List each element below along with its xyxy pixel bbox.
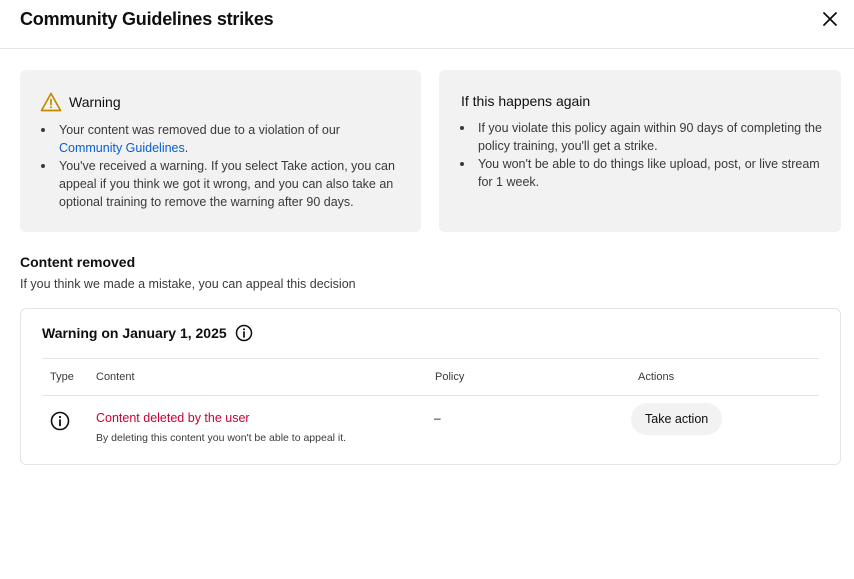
policy-value: – [434,411,441,425]
content-note: By deleting this content you won't be ab… [96,432,347,444]
column-header-type: Type [50,371,74,383]
warning-triangle-icon [40,92,62,112]
warning-table: Type Content Policy Actions Content dele… [42,358,819,464]
close-icon [823,12,837,26]
community-guidelines-link[interactable]: Community Guidelines [59,141,185,155]
column-header-content: Content [96,371,135,383]
content-title: Content deleted by the user [96,411,250,425]
content-removed-subtitle: If you think we made a mistake, you can … [20,277,356,291]
consequences-list: If you violate this policy again within … [460,119,830,191]
column-header-actions: Actions [638,371,675,383]
take-action-button[interactable]: Take action [631,403,723,435]
list-item: Your content was removed due to a violat… [41,121,406,157]
table-header: Type Content Policy Actions [42,359,819,396]
dialog-header: Community Guidelines strikes [0,0,854,49]
if-happens-again-card: If this happens again If you violate thi… [439,70,841,232]
warning-card: Warning Your content was removed due to … [20,70,421,232]
close-button[interactable] [818,7,842,31]
info-icon[interactable] [235,324,253,342]
table-row: Content deleted by the user By deleting … [42,396,819,464]
dialog-title: Community Guidelines strikes [20,9,274,29]
strikes-dialog: Community Guidelines strikes Warning You… [0,0,854,579]
info-icon [50,411,70,431]
warning-list: Your content was removed due to a violat… [41,121,406,211]
warning-date-heading: Warning on January 1, 2025 [42,325,227,341]
warning-details-box: Warning on January 1, 2025 Type Content … [20,308,841,465]
list-item: You won't be able to do things like uplo… [460,155,830,191]
if-happens-again-heading: If this happens again [461,93,591,109]
content-removed-title: Content removed [20,254,136,270]
column-header-policy: Policy [435,371,465,383]
warning-heading: Warning [69,94,121,110]
list-item: You've received a warning. If you select… [41,157,406,211]
list-item: If you violate this policy again within … [460,119,830,155]
